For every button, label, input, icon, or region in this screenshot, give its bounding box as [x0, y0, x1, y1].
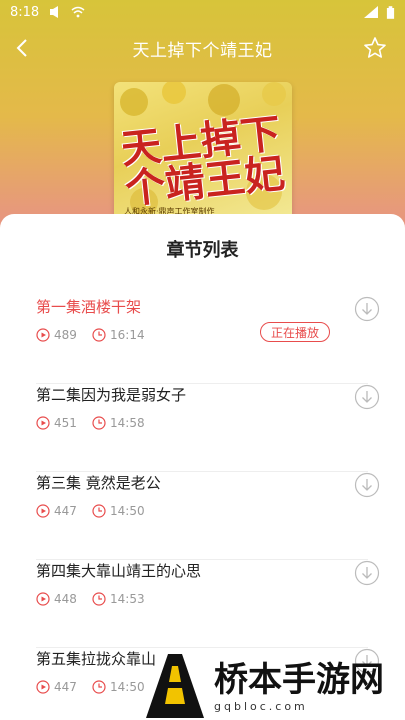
clock-icon — [92, 416, 106, 430]
chapter-item[interactable]: 第二集因为我是弱女子 451 14:58 — [36, 384, 380, 472]
clock-icon — [92, 504, 106, 518]
duration: 14:53 — [110, 592, 145, 606]
status-bar: 8:18 — [0, 0, 405, 24]
favorite-button[interactable] — [361, 34, 389, 62]
play-count: 448 — [54, 592, 77, 606]
play-count-icon — [36, 328, 50, 342]
chevron-left-icon — [16, 39, 27, 57]
site-watermark: 桥本手游网 gqbloc.com — [140, 652, 405, 720]
chapter-title: 第二集因为我是弱女子 — [36, 386, 187, 404]
sheet-title: 章节列表 — [166, 240, 239, 261]
back-button[interactable] — [8, 34, 36, 62]
play-count-icon — [36, 592, 50, 606]
play-count: 451 — [54, 416, 77, 430]
play-count-icon — [36, 504, 50, 518]
chapter-list-sheet: 章节列表 第一集酒楼干架 489 16:14 正在播放 第二集因为我是弱女子 4… — [0, 214, 405, 720]
book-cover: 天上掉下个靖王妃 人和永新·鼎声工作室制作 — [114, 82, 292, 232]
battery-icon — [386, 5, 395, 19]
top-bar: 天上掉下个靖王妃 — [0, 28, 405, 68]
watermark-logo-icon — [146, 654, 204, 718]
download-button[interactable] — [354, 472, 380, 498]
watermark-name: 桥本手游网 — [214, 659, 384, 700]
download-button[interactable] — [354, 560, 380, 586]
chapter-title: 第四集大靠山靖王的心思 — [36, 562, 202, 580]
page-title: 天上掉下个靖王妃 — [132, 40, 273, 61]
download-icon — [354, 472, 380, 498]
chapter-meta: 448 14:53 — [36, 590, 145, 608]
download-icon — [354, 384, 380, 410]
duration: 14:50 — [110, 504, 145, 518]
now-playing-badge: 正在播放 — [260, 322, 330, 342]
clock-icon — [92, 680, 106, 694]
play-count: 489 — [54, 328, 77, 342]
cover-title: 天上掉下个靖王妃 — [118, 109, 288, 214]
download-button[interactable] — [354, 296, 380, 322]
wifi-icon — [71, 6, 85, 18]
duration: 16:14 — [110, 328, 145, 342]
download-icon — [354, 296, 380, 322]
chapter-title: 第五集拉拢众靠山 — [36, 650, 157, 668]
chapter-item[interactable]: 第三集 竟然是老公 447 14:50 — [36, 472, 380, 560]
clock-icon — [92, 592, 106, 606]
chapter-item[interactable]: 第一集酒楼干架 489 16:14 正在播放 — [36, 296, 380, 384]
watermark-url: gqbloc.com — [214, 699, 308, 713]
play-count-icon — [36, 680, 50, 694]
download-icon — [354, 560, 380, 586]
chapter-meta: 451 14:58 — [36, 414, 145, 432]
status-time: 8:18 — [10, 4, 40, 20]
clock-icon — [92, 328, 106, 342]
play-count: 447 — [54, 680, 77, 694]
chapter-title: 第三集 竟然是老公 — [36, 474, 161, 492]
download-button[interactable] — [354, 384, 380, 410]
chapter-meta: 447 14:50 — [36, 502, 145, 520]
duration: 14:58 — [110, 416, 145, 430]
chapter-meta: 489 16:14 — [36, 326, 145, 344]
chapter-meta: 447 14:50 — [36, 678, 145, 696]
chapter-title: 第一集酒楼干架 — [36, 298, 142, 316]
signal-icon — [364, 6, 378, 18]
media-icon — [50, 6, 59, 18]
play-count: 447 — [54, 504, 77, 518]
chapter-item[interactable]: 第四集大靠山靖王的心思 448 14:53 — [36, 560, 380, 648]
play-count-icon — [36, 416, 50, 430]
star-icon — [364, 37, 386, 58]
